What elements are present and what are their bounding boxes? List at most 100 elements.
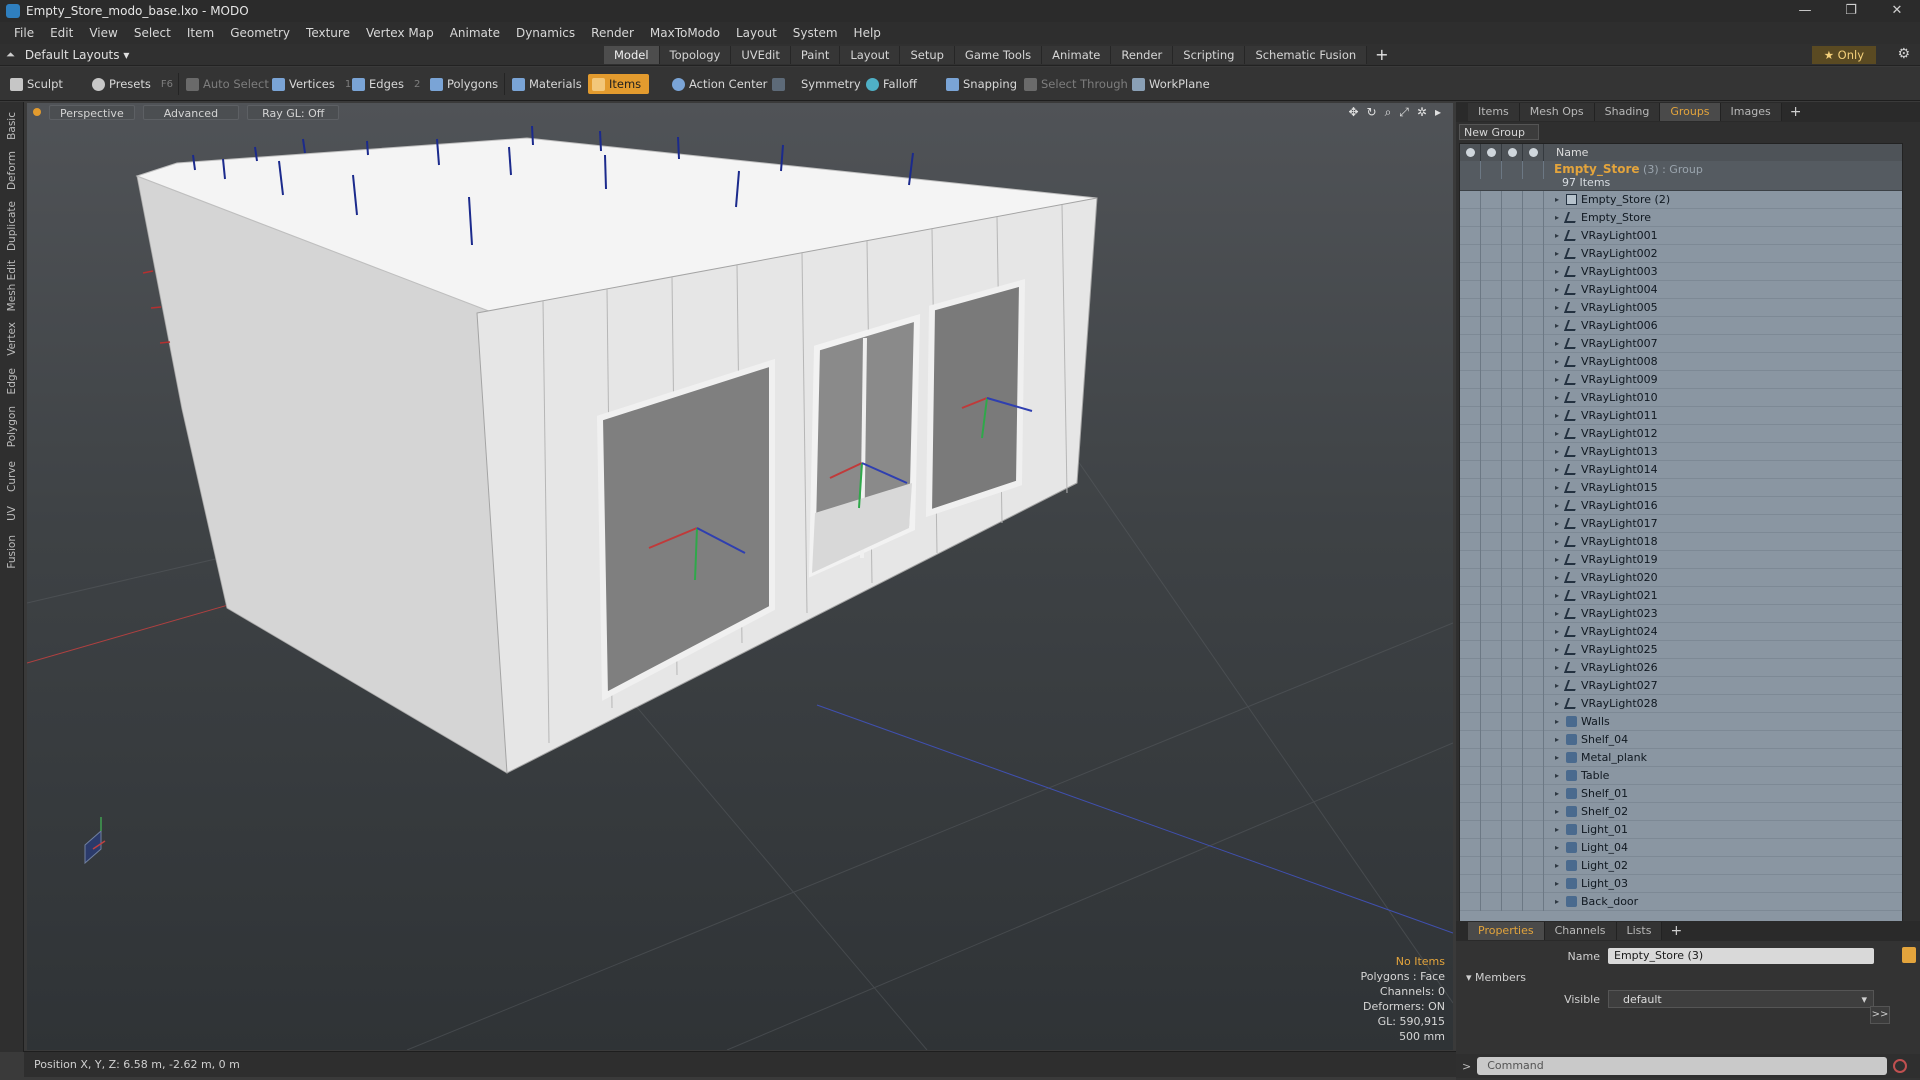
symmetry-button[interactable]: Symmetry [772, 74, 861, 94]
command-input[interactable]: Command [1477, 1057, 1888, 1075]
action-center-button[interactable]: Action Center [672, 74, 767, 94]
layouts-dropdown[interactable]: Default Layouts ▾ [25, 48, 130, 62]
tab-model[interactable]: Model [604, 46, 660, 64]
close-button[interactable]: ✕ [1874, 0, 1920, 22]
expand-arrow-icon[interactable]: ▸ [1552, 555, 1562, 564]
expand-arrow-icon[interactable]: ▸ [1552, 699, 1562, 708]
list-item[interactable]: ▸ VRayLight020 [1460, 568, 1902, 587]
expand-arrow-icon[interactable]: ▸ [1552, 249, 1562, 258]
vtab-uv[interactable]: UV [0, 500, 24, 526]
expand-arrow-icon[interactable]: ▸ [1552, 645, 1562, 654]
expand-arrow-icon[interactable]: ▸ [1552, 627, 1562, 636]
list-item[interactable]: ▸ VRayLight027 [1460, 676, 1902, 695]
list-item[interactable]: ▸ VRayLight023 [1460, 604, 1902, 623]
new-group-button[interactable]: New Group [1459, 124, 1539, 140]
presets-button[interactable]: Presets F6 [92, 74, 173, 94]
list-item[interactable]: ▸ VRayLight014 [1460, 460, 1902, 479]
menu-geometry[interactable]: Geometry [222, 22, 298, 44]
zoom-icon[interactable]: ⌕ [1385, 105, 1392, 120]
expand-arrow-icon[interactable]: ▸ [1552, 213, 1562, 222]
menu-maxtomodo[interactable]: MaxToModo [642, 22, 728, 44]
name-field[interactable]: Empty_Store (3) [1608, 948, 1874, 964]
expand-arrow-icon[interactable]: ▸ [1552, 681, 1562, 690]
pan-icon[interactable]: ✥ [1348, 105, 1358, 120]
tab-schematic-fusion[interactable]: Schematic Fusion [1245, 46, 1368, 64]
command-stop-icon[interactable] [1893, 1059, 1908, 1073]
edges-button[interactable]: Edges 2 [352, 74, 420, 94]
menu-animate[interactable]: Animate [442, 22, 508, 44]
menu-layout[interactable]: Layout [728, 22, 785, 44]
tab-paint[interactable]: Paint [790, 46, 841, 64]
vtab-fusion[interactable]: Fusion [0, 530, 24, 574]
expand-arrow-icon[interactable]: ▸ [1552, 267, 1562, 276]
list-item[interactable]: ▸ VRayLight010 [1460, 388, 1902, 407]
list-item[interactable]: ▸ Empty_Store (2) [1460, 190, 1902, 209]
list-item[interactable]: ▸ Walls [1460, 712, 1902, 731]
menu-vertex-map[interactable]: Vertex Map [358, 22, 442, 44]
list-item[interactable]: ▸ VRayLight015 [1460, 478, 1902, 497]
list-item[interactable]: ▸ VRayLight012 [1460, 424, 1902, 443]
expand-button[interactable]: >> [1870, 1006, 1890, 1024]
vtab-basic[interactable]: Basic [0, 108, 24, 144]
list-item[interactable]: ▸ Metal_plank [1460, 748, 1902, 767]
expand-arrow-icon[interactable]: ▸ [1552, 393, 1562, 402]
lock-column-icon[interactable] [1502, 144, 1523, 161]
vtab-polygon[interactable]: Polygon [0, 402, 24, 452]
list-item[interactable]: ▸ Shelf_01 [1460, 784, 1902, 803]
command-history-arrow[interactable]: > [1462, 1060, 1471, 1073]
expand-arrow-icon[interactable]: ▸ [1552, 375, 1562, 384]
only-toggle[interactable]: ★ Only [1811, 46, 1876, 64]
list-item[interactable]: ▸ VRayLight008 [1460, 352, 1902, 371]
expand-arrow-icon[interactable]: ▸ [1552, 195, 1562, 204]
expand-arrow-icon[interactable]: ▸ [1552, 753, 1562, 762]
list-item[interactable]: ▸ VRayLight013 [1460, 442, 1902, 461]
add-panel-tab-button[interactable]: + [1782, 104, 1810, 120]
expand-arrow-icon[interactable]: ▸ [1552, 591, 1562, 600]
group-row[interactable]: Empty_Store (3) : Group 97 Items [1460, 161, 1902, 191]
expand-arrow-icon[interactable]: ▸ [1552, 717, 1562, 726]
polygons-button[interactable]: Polygons [430, 74, 498, 94]
menu-help[interactable]: Help [846, 22, 889, 44]
expand-arrow-icon[interactable]: ▸ [1552, 663, 1562, 672]
list-item[interactable]: ▸ VRayLight011 [1460, 406, 1902, 425]
expand-arrow-icon[interactable]: ▸ [1552, 879, 1562, 888]
add-tab-button[interactable]: + [1367, 46, 1396, 64]
name-column-header[interactable]: Name [1544, 146, 1588, 159]
expand-arrow-icon[interactable]: ▸ [1552, 789, 1562, 798]
tab-uvedit[interactable]: UVEdit [731, 46, 791, 64]
expand-arrow-icon[interactable]: ▸ [1552, 357, 1562, 366]
expand-arrow-icon[interactable]: ▸ [1552, 447, 1562, 456]
viewport-settings-icon[interactable]: ✲ [1417, 105, 1427, 120]
menu-file[interactable]: File [6, 22, 42, 44]
render-column-icon[interactable] [1481, 144, 1502, 161]
expand-arrow-icon[interactable]: ▸ [1552, 897, 1562, 906]
expand-arrow-icon[interactable]: ▸ [1552, 609, 1562, 618]
list-item[interactable]: ▸ Back_door [1460, 892, 1902, 911]
items-button[interactable]: Items [588, 74, 650, 94]
groups-list[interactable]: Name Empty_Store (3) : Group 97 Items ▸ E… [1459, 143, 1903, 1016]
menu-system[interactable]: System [785, 22, 846, 44]
tab-shading[interactable]: Shading [1594, 103, 1661, 121]
list-item[interactable]: ▸ VRayLight018 [1460, 532, 1902, 551]
expand-arrow-icon[interactable]: ▸ [1552, 465, 1562, 474]
list-item[interactable]: ▸ Light_03 [1460, 874, 1902, 893]
vtab-edge[interactable]: Edge [0, 364, 24, 398]
list-item[interactable]: ▸ VRayLight007 [1460, 334, 1902, 353]
menu-dynamics[interactable]: Dynamics [508, 22, 583, 44]
expand-arrow-icon[interactable]: ▸ [1552, 321, 1562, 330]
list-item[interactable]: ▸ VRayLight024 [1460, 622, 1902, 641]
tab-channels[interactable]: Channels [1544, 922, 1617, 940]
3d-viewport[interactable]: Perspective Advanced Ray GL: Off ✥ ↻ ⌕ ⤢… [27, 103, 1453, 1050]
viewport-menu-icon[interactable] [33, 108, 41, 116]
tab-layout[interactable]: Layout [840, 46, 901, 64]
auto-select-button[interactable]: Auto Select [186, 74, 269, 94]
tab-game-tools[interactable]: Game Tools [954, 46, 1043, 64]
expand-arrow-icon[interactable]: ▸ [1552, 501, 1562, 510]
vtab-curve[interactable]: Curve [0, 456, 24, 496]
menu-item[interactable]: Item [179, 22, 222, 44]
vertices-button[interactable]: Vertices 1 [272, 74, 351, 94]
list-item[interactable]: ▸ VRayLight003 [1460, 262, 1902, 281]
perspective-dropdown[interactable]: Perspective [49, 104, 135, 120]
rotate-icon[interactable]: ↻ [1367, 105, 1377, 120]
visible-dropdown[interactable]: default [1608, 990, 1874, 1009]
